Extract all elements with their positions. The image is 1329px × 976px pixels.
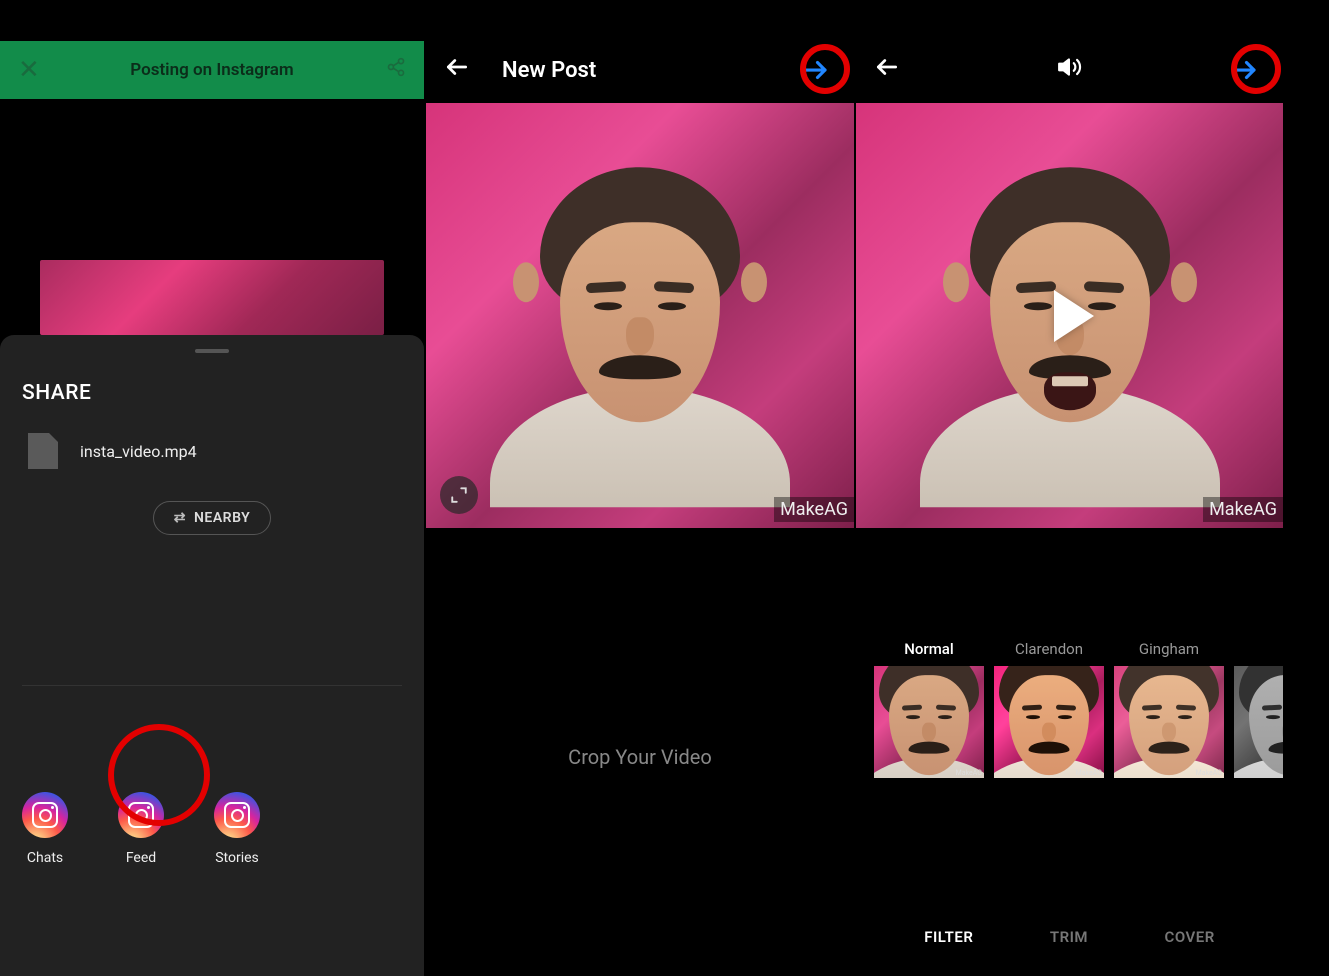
instagram-icon bbox=[214, 792, 260, 838]
target-label: Feed bbox=[126, 850, 156, 866]
share-target-chats[interactable]: Chats bbox=[22, 792, 68, 866]
file-icon bbox=[28, 433, 58, 469]
share-sheet: SHARE insta_video.mp4 ⇄ NEARBY Chats Fee… bbox=[0, 335, 424, 976]
sound-icon[interactable] bbox=[1057, 54, 1083, 86]
nearby-button[interactable]: ⇄ NEARBY bbox=[153, 501, 271, 535]
target-label: Chats bbox=[27, 850, 63, 866]
filter-more[interactable]: M bbox=[1234, 640, 1283, 778]
filter-clarendon[interactable]: Clarendon MakeAG bbox=[994, 640, 1104, 778]
share-target-stories[interactable]: Stories bbox=[214, 792, 260, 866]
new-post-crop-screen: New Post MakeAG C bbox=[426, 0, 856, 976]
next-arrow-icon[interactable] bbox=[800, 55, 830, 85]
share-heading: SHARE bbox=[22, 381, 402, 405]
sheet-grab-handle[interactable] bbox=[195, 349, 229, 353]
back-arrow-icon[interactable] bbox=[444, 54, 470, 87]
filter-thumb: MakeAG bbox=[994, 666, 1104, 778]
app-header: ✕ Posting on Instagram bbox=[0, 41, 424, 99]
filter-label: M bbox=[1282, 640, 1283, 658]
file-name: insta_video.mp4 bbox=[80, 442, 197, 461]
filter-thumb: MakeAG bbox=[874, 666, 984, 778]
filter-thumb bbox=[1234, 666, 1283, 778]
video-preview-peek bbox=[40, 260, 384, 335]
tab-filter[interactable]: FILTER bbox=[924, 928, 973, 946]
close-icon[interactable]: ✕ bbox=[18, 55, 40, 85]
video-preview[interactable]: MakeAG bbox=[426, 103, 854, 528]
video-preview[interactable]: MakeAG bbox=[856, 103, 1283, 528]
target-label: Stories bbox=[215, 850, 259, 866]
tab-cover[interactable]: COVER bbox=[1165, 928, 1215, 946]
watermark: MakeAG bbox=[1203, 497, 1283, 522]
expand-icon[interactable] bbox=[440, 476, 478, 514]
topbar-title: New Post bbox=[502, 58, 596, 83]
filter-normal[interactable]: Normal MakeAG bbox=[874, 640, 984, 778]
play-icon[interactable] bbox=[1054, 290, 1094, 342]
instagram-icon bbox=[22, 792, 68, 838]
instagram-icon bbox=[118, 792, 164, 838]
nearby-icon: ⇄ bbox=[174, 510, 186, 526]
filter-thumb: MakeAG bbox=[1114, 666, 1224, 778]
crop-hint-text: Crop Your Video bbox=[426, 745, 854, 769]
filter-screen: MakeAG Normal MakeAG Clarendon MakeAG Gi… bbox=[856, 0, 1285, 976]
file-row: insta_video.mp4 bbox=[22, 433, 402, 469]
filter-gingham[interactable]: Gingham MakeAG bbox=[1114, 640, 1224, 778]
tab-trim[interactable]: TRIM bbox=[1050, 928, 1088, 946]
filter-strip[interactable]: Normal MakeAG Clarendon MakeAG Gingham M… bbox=[874, 640, 1283, 778]
filter-label: Normal bbox=[904, 640, 953, 658]
topbar: New Post bbox=[426, 41, 854, 99]
filter-label: Gingham bbox=[1139, 640, 1199, 658]
watermark: MakeAG bbox=[774, 497, 854, 522]
back-arrow-icon[interactable] bbox=[874, 54, 900, 87]
share-sheet-screen: ✕ Posting on Instagram SHARE insta_video… bbox=[0, 0, 426, 976]
share-targets: Chats Feed Stories bbox=[22, 792, 260, 866]
nearby-label: NEARBY bbox=[194, 510, 250, 526]
topbar bbox=[856, 41, 1283, 99]
bottom-tabs: FILTER TRIM COVER bbox=[856, 928, 1283, 946]
share-icon[interactable] bbox=[386, 57, 406, 83]
header-title: Posting on Instagram bbox=[130, 60, 293, 80]
filter-label: Clarendon bbox=[1015, 640, 1083, 658]
divider bbox=[22, 685, 402, 686]
share-target-feed[interactable]: Feed bbox=[118, 792, 164, 866]
next-arrow-icon[interactable] bbox=[1229, 55, 1259, 85]
